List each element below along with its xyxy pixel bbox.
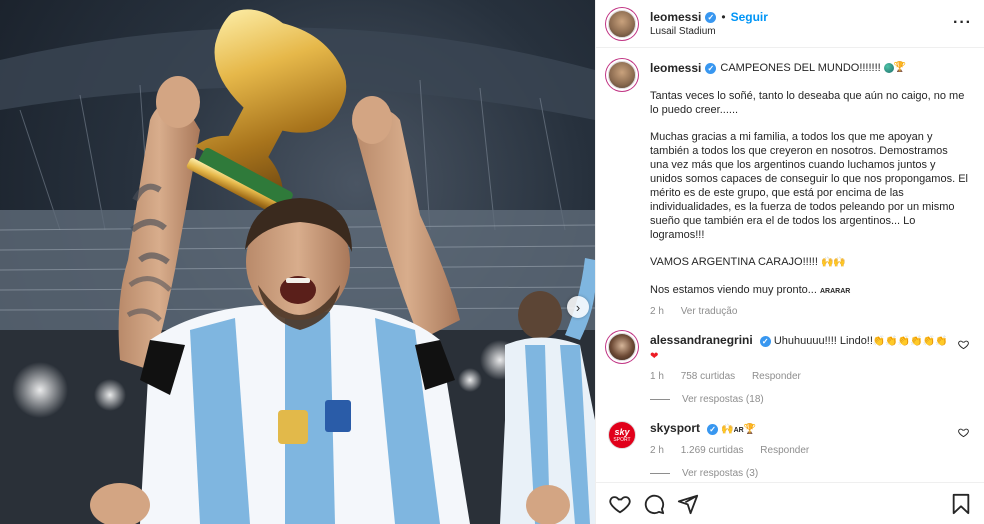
caption-time: 2 h bbox=[650, 306, 664, 317]
author-username[interactable]: leomessi bbox=[650, 10, 701, 24]
globe-emoji-icon bbox=[883, 63, 894, 73]
comment-item: alessandranegrini ✓ Uhuhuuuu!!!! Lindo!!… bbox=[608, 333, 969, 384]
comment-text: Uhuhuuuu!!!! Lindo!! bbox=[773, 335, 873, 347]
sky-logo-line2: SPORT bbox=[613, 436, 631, 443]
comment-item: sky SPORT skysport ✓ 🙌AR🏆 2 h 1.269 curt… bbox=[608, 421, 969, 458]
reply-button[interactable]: Responder bbox=[752, 371, 801, 382]
view-replies-label: Ver respostas (18) bbox=[682, 394, 764, 405]
red-heart-emoji-icon: ❤ bbox=[650, 351, 659, 362]
comment-tag: AR bbox=[733, 427, 744, 434]
post-location[interactable]: Lusail Stadium bbox=[650, 26, 768, 37]
comment-time: 2 h bbox=[650, 445, 664, 456]
comment-like-heart-icon[interactable] bbox=[958, 427, 969, 441]
next-image-button[interactable]: › bbox=[567, 296, 589, 318]
comment-meta: 1 h 758 curtidas Responder bbox=[650, 370, 955, 384]
heart-outline-icon[interactable] bbox=[608, 492, 632, 516]
see-translation-link[interactable]: Ver tradução bbox=[681, 306, 738, 317]
view-replies-button[interactable]: Ver respostas (18) bbox=[650, 394, 969, 405]
post-header: leomessi ✓ • Seguir Lusail Stadium ··· bbox=[596, 0, 984, 48]
post-side-panel: leomessi ✓ • Seguir Lusail Stadium ··· l… bbox=[595, 0, 984, 524]
caption: leomessi ✓ CAMPEONES DEL MUNDO!!!!!!! 🏆 … bbox=[608, 61, 969, 319]
view-replies-button[interactable]: Ver respostas (3) bbox=[650, 468, 969, 479]
sky-logo-line1: sky bbox=[614, 426, 630, 437]
caption-headline: CAMPEONES DEL MUNDO!!!!!!! bbox=[720, 62, 881, 74]
separator-dot: • bbox=[721, 10, 726, 24]
trophy-emoji-icon: 🏆 bbox=[893, 62, 907, 73]
caption-last-line: Nos estamos viendo muy pronto... bbox=[650, 284, 817, 296]
comment-meta: 2 h 1.269 curtidas Responder bbox=[650, 444, 955, 458]
reply-button[interactable]: Responder bbox=[760, 445, 809, 456]
view-replies-label: Ver respostas (3) bbox=[682, 468, 759, 479]
caption-author-avatar[interactable] bbox=[608, 61, 636, 89]
comment-bubble-icon[interactable] bbox=[642, 492, 666, 516]
commenter-username[interactable]: skysport bbox=[650, 421, 700, 435]
verified-badge-icon: ✓ bbox=[705, 11, 717, 23]
comments-section[interactable]: leomessi ✓ CAMPEONES DEL MUNDO!!!!!!! 🏆 … bbox=[596, 49, 984, 479]
caption-vamos-text: VAMOS ARGENTINA CARAJO!!!!! bbox=[650, 256, 818, 268]
raised-hands-emoji-icon: 🙌🙌 bbox=[820, 257, 846, 268]
paper-plane-icon[interactable] bbox=[676, 492, 700, 516]
caption-paragraph-last: Nos estamos viendo muy pronto... ARARAR bbox=[650, 283, 969, 299]
verified-badge-icon: ✓ bbox=[707, 424, 719, 435]
caption-head: leomessi ✓ CAMPEONES DEL MUNDO!!!!!!! 🏆 bbox=[650, 61, 969, 75]
commenter-avatar[interactable] bbox=[608, 333, 636, 361]
verified-badge-icon: ✓ bbox=[705, 62, 717, 74]
replies-line bbox=[650, 473, 670, 474]
caption-body: leomessi ✓ CAMPEONES DEL MUNDO!!!!!!! 🏆 … bbox=[650, 61, 969, 319]
caption-paragraph: Muchas gracias a mi familia, a todos los… bbox=[650, 131, 968, 241]
chevron-right-icon: › bbox=[575, 299, 581, 315]
trophy-emoji-icon: 🏆 bbox=[743, 424, 757, 435]
author-info: leomessi ✓ • Seguir Lusail Stadium bbox=[650, 10, 768, 37]
author-row: leomessi ✓ • Seguir bbox=[650, 10, 768, 24]
comment-body: alessandranegrini ✓ Uhuhuuuu!!!! Lindo!!… bbox=[650, 333, 955, 384]
bookmark-icon[interactable] bbox=[949, 492, 973, 516]
more-options-icon[interactable]: ··· bbox=[953, 14, 972, 32]
comment-likes[interactable]: 1.269 curtidas bbox=[681, 445, 744, 456]
post-actions-bar bbox=[596, 482, 984, 524]
caption-tag: ARARAR bbox=[819, 288, 851, 295]
caption-paragraph: Tantas veces lo soñé, tanto lo deseaba q… bbox=[650, 90, 965, 116]
follow-button[interactable]: Seguir bbox=[731, 10, 768, 24]
verified-badge-icon: ✓ bbox=[759, 336, 771, 347]
comment-body: skysport ✓ 🙌AR🏆 2 h 1.269 curtidas Respo… bbox=[650, 421, 955, 458]
commenter-username[interactable]: alessandranegrini bbox=[650, 333, 753, 347]
comment-like-heart-icon[interactable] bbox=[958, 339, 969, 353]
replies-line bbox=[650, 399, 670, 400]
post-photo[interactable]: › bbox=[0, 0, 595, 524]
comment-time: 1 h bbox=[650, 371, 664, 382]
author-avatar[interactable] bbox=[608, 9, 636, 38]
caption-paragraph-vamos: VAMOS ARGENTINA CARAJO!!!!! 🙌🙌 bbox=[650, 255, 969, 270]
caption-author-username[interactable]: leomessi bbox=[650, 61, 701, 75]
commenter-avatar[interactable]: sky SPORT bbox=[608, 421, 636, 449]
clapping-hands-emoji-icon: 👏👏👏👏👏👏 bbox=[872, 336, 948, 347]
post-photo-illustration bbox=[0, 9, 595, 524]
raised-hands-emoji-icon: 🙌 bbox=[721, 424, 734, 435]
caption-meta: 2 h Ver tradução bbox=[650, 305, 969, 319]
comment-likes[interactable]: 758 curtidas bbox=[681, 371, 735, 382]
